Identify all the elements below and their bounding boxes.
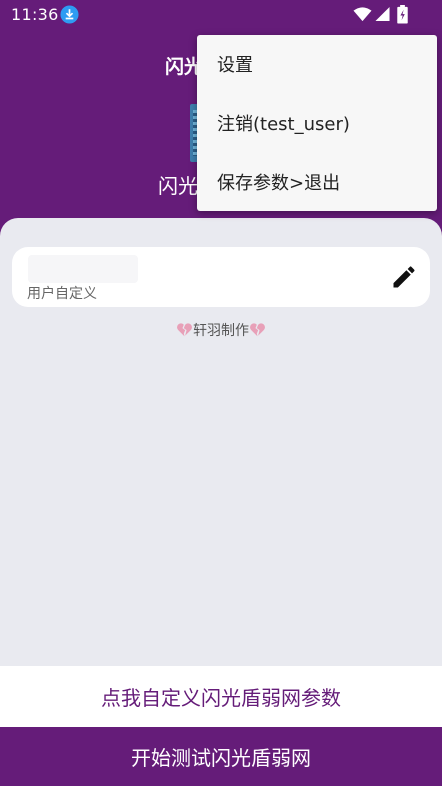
- start-test-label: 开始测试闪光盾弱网: [131, 746, 311, 770]
- menu-item-label: 设置: [217, 55, 253, 76]
- content-sheet: 用户自定义 轩羽制作: [0, 218, 442, 666]
- download-icon: [60, 5, 79, 24]
- menu-item-settings[interactable]: 设置: [197, 35, 437, 93]
- credit-text: 轩羽制作: [193, 323, 249, 339]
- card-hint: 用户自定义: [27, 286, 97, 302]
- menu-item-save-exit[interactable]: 保存参数>退出: [197, 153, 437, 211]
- credit-line: 轩羽制作: [0, 320, 442, 340]
- menu-item-logout[interactable]: 注销(test_user): [197, 94, 437, 152]
- custom-params-button[interactable]: 点我自定义闪光盾弱网参数: [0, 666, 442, 727]
- battery-icon: [397, 5, 408, 24]
- menu-item-label: 保存参数>退出: [217, 173, 341, 194]
- pencil-icon[interactable]: [390, 263, 418, 291]
- header-subtitle: 闪光: [158, 174, 198, 198]
- status-time: 11:36: [11, 5, 59, 24]
- card-value-blurred: [28, 255, 138, 283]
- wifi-icon: [353, 7, 372, 22]
- custom-params-label: 点我自定义闪光盾弱网参数: [101, 686, 341, 710]
- overflow-menu: 设置 注销(test_user) 保存参数>退出: [197, 35, 437, 211]
- broken-heart-icon: [250, 323, 265, 337]
- menu-item-label: 注销(test_user): [217, 114, 350, 135]
- start-test-button[interactable]: 开始测试闪光盾弱网: [0, 727, 442, 786]
- signal-icon: [375, 6, 390, 22]
- status-bar: 11:36: [0, 0, 442, 30]
- custom-params-card[interactable]: 用户自定义: [12, 247, 430, 307]
- broken-heart-icon: [177, 323, 192, 337]
